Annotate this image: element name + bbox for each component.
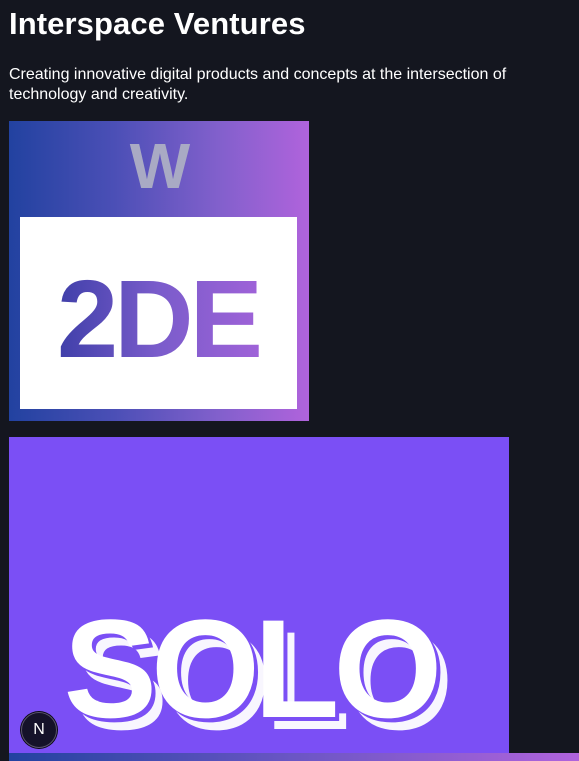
project-card-solo[interactable]: SOLO SOLO SOLO xyxy=(9,437,509,753)
next-project-card-peek[interactable] xyxy=(9,753,579,761)
dev-badge-letter: N xyxy=(33,721,45,738)
page-description: Creating innovative digital products and… xyxy=(9,66,507,103)
page-title: Interspace Ventures xyxy=(9,6,306,41)
logo-2de-text: 2DE xyxy=(57,258,260,381)
logo-2de-graphic: 2DE xyxy=(57,258,264,381)
logo-panel: 2DE xyxy=(20,217,297,409)
nextjs-icon[interactable]: N xyxy=(21,712,57,748)
project-card-2de[interactable]: W 2DE xyxy=(9,121,309,421)
logo-solo-graphic: SOLO SOLO SOLO xyxy=(64,590,455,753)
logo-solo-text: SOLO xyxy=(64,590,438,747)
page: Interspace Ventures Creating innovative … xyxy=(0,0,579,761)
logo-letter-w: W xyxy=(129,130,190,202)
